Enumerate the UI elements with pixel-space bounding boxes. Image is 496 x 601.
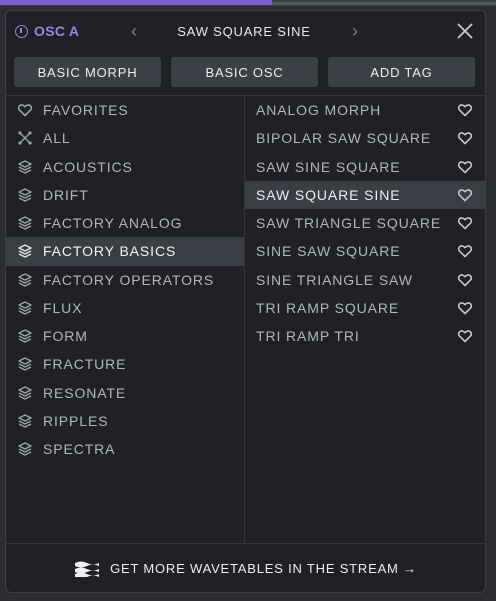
category-item[interactable]: FLUX (6, 294, 244, 322)
window-top-strip (0, 0, 496, 6)
layers-icon (17, 300, 33, 316)
layers-icon (17, 441, 33, 457)
category-item[interactable]: FAVORITES (6, 96, 244, 124)
layers-icon (17, 215, 33, 231)
wavetable-label: SINE SAW SQUARE (256, 243, 401, 260)
category-label: ALL (43, 130, 71, 147)
strip-rest (272, 2, 496, 5)
category-label: RESONATE (43, 384, 127, 401)
favorite-heart-icon[interactable] (457, 272, 473, 288)
wavetable-browser-panel: OSC A ‹ SAW SQUARE SINE › BASIC MORPH BA… (5, 10, 486, 593)
wavetable-label: ANALOG MORPH (256, 102, 382, 119)
preset-name: SAW SQUARE SINE (177, 24, 311, 39)
wavetable-item[interactable]: SINE TRIANGLE SAW (245, 266, 485, 294)
stream-logo-icon (75, 561, 100, 577)
category-item[interactable]: RIPPLES (6, 407, 244, 435)
category-item[interactable]: FACTORY BASICS (6, 237, 244, 266)
browser-header: OSC A ‹ SAW SQUARE SINE › (6, 11, 485, 54)
get-more-wavetables-link[interactable]: GET MORE WAVETABLES IN THE STREAM → (6, 544, 485, 592)
category-list: FAVORITES ALL ACOUSTICS DRIFT FACTORY ANALOG… (6, 96, 244, 543)
wavetable-list: ANALOG MORPH BIPOLAR SAW SQUARE SAW SINE S… (245, 96, 485, 543)
favorite-heart-icon[interactable] (457, 187, 473, 203)
category-item[interactable]: FACTORY OPERATORS (6, 266, 244, 294)
basic-morph-button[interactable]: BASIC MORPH (14, 57, 161, 87)
category-label: SPECTRA (43, 441, 116, 458)
category-label: FACTORY ANALOG (43, 215, 183, 232)
footer-text: GET MORE WAVETABLES IN THE STREAM → (110, 560, 417, 576)
prev-preset-button[interactable]: ‹ (124, 20, 144, 42)
layers-icon (17, 187, 33, 203)
category-label: FLUX (43, 299, 83, 316)
favorite-heart-icon[interactable] (457, 215, 473, 231)
category-label: FORM (43, 328, 88, 345)
category-item[interactable]: ALL (6, 124, 244, 152)
accent-bar (0, 0, 272, 5)
favorite-heart-icon[interactable] (457, 102, 473, 118)
layers-icon (17, 413, 33, 429)
wavetable-item[interactable]: SAW SINE SQUARE (245, 153, 485, 181)
close-button[interactable] (455, 21, 475, 41)
osc-indicator[interactable]: OSC A (15, 23, 79, 39)
wavetable-item[interactable]: SAW TRIANGLE SQUARE (245, 209, 485, 237)
category-item[interactable]: RESONATE (6, 379, 244, 407)
heart-icon (17, 102, 33, 118)
wavetable-label: SAW TRIANGLE SQUARE (256, 215, 442, 232)
info-circle-icon (15, 24, 28, 38)
category-label: FACTORY OPERATORS (43, 271, 215, 288)
category-item[interactable]: ACOUSTICS (6, 153, 244, 181)
wavetable-item[interactable]: ANALOG MORPH (245, 96, 485, 124)
category-item[interactable]: FORM (6, 322, 244, 350)
add-tag-button[interactable]: ADD TAG (328, 57, 475, 87)
category-label: DRIFT (43, 186, 89, 203)
layers-icon (17, 328, 33, 344)
osc-label: OSC A (34, 23, 80, 39)
wavetable-label: SAW SQUARE SINE (256, 186, 401, 203)
wavetable-item[interactable]: TRI RAMP TRI (245, 322, 485, 350)
wavetable-item[interactable]: TRI RAMP SQUARE (245, 294, 485, 322)
favorite-heart-icon[interactable] (457, 243, 473, 259)
category-item[interactable]: FACTORY ANALOG (6, 209, 244, 237)
wavetable-label: BIPOLAR SAW SQUARE (256, 130, 432, 147)
category-item[interactable]: SPECTRA (6, 435, 244, 463)
wavetable-item[interactable]: SINE SAW SQUARE (245, 237, 485, 265)
category-label: RIPPLES (43, 412, 109, 429)
category-label: ACOUSTICS (43, 158, 133, 175)
category-label: FACTORY BASICS (43, 243, 177, 260)
category-label: FRACTURE (43, 356, 127, 373)
layers-icon (17, 243, 33, 259)
favorite-heart-icon[interactable] (457, 328, 473, 344)
wavetable-label: TRI RAMP SQUARE (256, 299, 400, 316)
wavetable-label: TRI RAMP TRI (256, 328, 360, 345)
layers-icon (17, 272, 33, 288)
category-label: FAVORITES (43, 102, 129, 119)
layers-icon (17, 385, 33, 401)
basic-osc-button[interactable]: BASIC OSC (171, 57, 318, 87)
wavetable-label: SINE TRIANGLE SAW (256, 271, 413, 288)
favorite-heart-icon[interactable] (457, 159, 473, 175)
all-icon (17, 130, 33, 146)
category-item[interactable]: FRACTURE (6, 350, 244, 378)
next-preset-button[interactable]: › (345, 20, 365, 42)
wavetable-item[interactable]: SAW SQUARE SINE (245, 180, 485, 209)
category-item[interactable]: DRIFT (6, 181, 244, 209)
layers-icon (17, 159, 33, 175)
wavetable-item[interactable]: BIPOLAR SAW SQUARE (245, 124, 485, 152)
layers-icon (17, 356, 33, 372)
favorite-heart-icon[interactable] (457, 130, 473, 146)
favorite-heart-icon[interactable] (457, 300, 473, 316)
close-icon (457, 23, 473, 39)
wavetable-label: SAW SINE SQUARE (256, 158, 401, 175)
